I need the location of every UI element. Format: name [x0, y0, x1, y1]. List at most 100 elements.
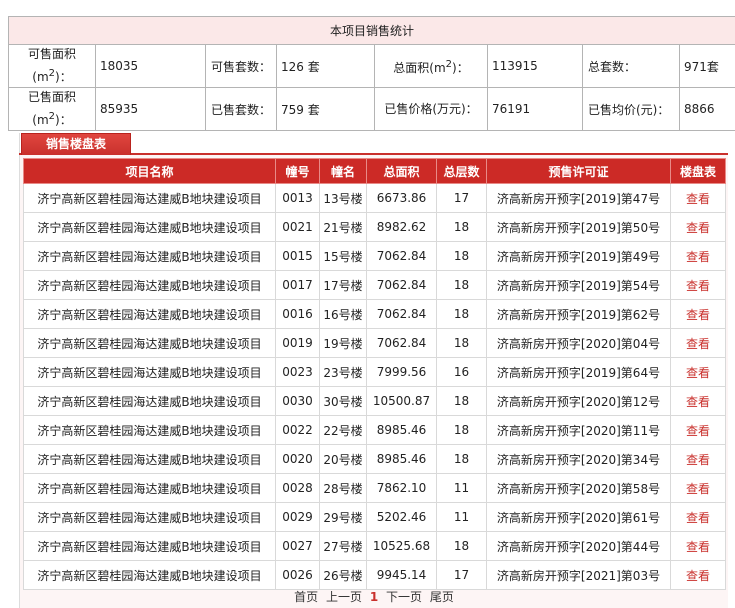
view-link[interactable]: 查看: [686, 453, 710, 467]
cell-total-area: 10525.68: [366, 531, 437, 561]
view-link[interactable]: 查看: [686, 308, 710, 322]
tab-sales-buildings[interactable]: 销售楼盘表: [21, 133, 131, 155]
stat-label-sold-price: 已售价格(万元)：: [374, 87, 488, 131]
view-link[interactable]: 查看: [686, 366, 710, 380]
cell-permit: 济高新房开预字[2020]第12号: [486, 386, 671, 416]
cell-view: 查看: [670, 212, 726, 242]
table-row: 济宁高新区碧桂园海达建威B地块建设项目 0017 17号楼 7062.84 18 济高新房…: [23, 270, 726, 300]
cell-total-area: 7062.84: [366, 270, 437, 300]
table-row: 济宁高新区碧桂园海达建威B地块建设项目 0027 27号楼 10525.68 18 济高新…: [23, 531, 726, 561]
view-link[interactable]: 查看: [686, 337, 710, 351]
cell-floors: 11: [436, 502, 487, 532]
cell-project-name: 济宁高新区碧桂园海达建威B地块建设项目: [23, 386, 276, 416]
cell-view: 查看: [670, 502, 726, 532]
cell-building-no: 0013: [275, 183, 320, 213]
cell-project-name: 济宁高新区碧桂园海达建威B地块建设项目: [23, 270, 276, 300]
table-body: 济宁高新区碧桂园海达建威B地块建设项目 0013 13号楼 6673.86 17 济高新房…: [23, 183, 726, 590]
cell-building-name: 22号楼: [319, 415, 367, 445]
stat-value-sold-area: 85935: [95, 87, 206, 131]
cell-building-no: 0026: [275, 560, 320, 590]
table-row: 济宁高新区碧桂园海达建威B地块建设项目 0028 28号楼 7862.10 11 济高新房…: [23, 473, 726, 503]
cell-building-name: 19号楼: [319, 328, 367, 358]
tab-bar: 销售楼盘表: [19, 133, 728, 155]
panel-left-border: [19, 133, 20, 608]
cell-permit: 济高新房开预字[2019]第62号: [486, 299, 671, 329]
cell-project-name: 济宁高新区碧桂园海达建威B地块建设项目: [23, 473, 276, 503]
cell-total-area: 7999.56: [366, 357, 437, 387]
cell-floors: 11: [436, 473, 487, 503]
cell-permit: 济高新房开预字[2020]第11号: [486, 415, 671, 445]
cell-floors: 18: [436, 212, 487, 242]
cell-building-name: 15号楼: [319, 241, 367, 271]
cell-building-no: 0015: [275, 241, 320, 271]
cell-building-name: 21号楼: [319, 212, 367, 242]
pager-last[interactable]: 尾页: [430, 590, 454, 604]
cell-floors: 17: [436, 183, 487, 213]
pager-prev[interactable]: 上一页: [326, 590, 362, 604]
pager-first[interactable]: 首页: [294, 590, 318, 604]
cell-floors: 16: [436, 357, 487, 387]
view-link[interactable]: 查看: [686, 540, 710, 554]
view-link[interactable]: 查看: [686, 250, 710, 264]
table-row: 济宁高新区碧桂园海达建威B地块建设项目 0021 21号楼 8982.62 18 济高新房…: [23, 212, 726, 242]
cell-project-name: 济宁高新区碧桂园海达建威B地块建设项目: [23, 183, 276, 213]
buildings-table: 项目名称 幢号 幢名 总面积 总层数 预售许可证 楼盘表 济宁高新区碧桂园海达建威B地块建设…: [23, 158, 726, 590]
cell-permit: 济高新房开预字[2020]第58号: [486, 473, 671, 503]
cell-total-area: 9945.14: [366, 560, 437, 590]
cell-building-no: 0028: [275, 473, 320, 503]
cell-permit: 济高新房开预字[2020]第04号: [486, 328, 671, 358]
cell-building-no: 0030: [275, 386, 320, 416]
stat-label-available-area: 可售面积 (m2)：: [8, 44, 96, 88]
cell-permit: 济高新房开预字[2020]第34号: [486, 444, 671, 474]
cell-view: 查看: [670, 241, 726, 271]
cell-floors: 18: [436, 386, 487, 416]
stat-label-available-units: 可售套数：: [205, 44, 277, 88]
stat-value-total-units: 971套: [678, 44, 735, 88]
table-row: 济宁高新区碧桂园海达建威B地块建设项目 0022 22号楼 8985.46 18 济高新房…: [23, 415, 726, 445]
cell-building-name: 17号楼: [319, 270, 367, 300]
view-link[interactable]: 查看: [686, 395, 710, 409]
view-link[interactable]: 查看: [686, 569, 710, 583]
col-floors: 总层数: [436, 158, 487, 184]
table-row: 济宁高新区碧桂园海达建威B地块建设项目 0026 26号楼 9945.14 17 济高新房…: [23, 560, 726, 590]
cell-building-no: 0021: [275, 212, 320, 242]
view-link[interactable]: 查看: [686, 221, 710, 235]
cell-project-name: 济宁高新区碧桂园海达建威B地块建设项目: [23, 299, 276, 329]
cell-view: 查看: [670, 328, 726, 358]
cell-building-name: 20号楼: [319, 444, 367, 474]
cell-building-name: 29号楼: [319, 502, 367, 532]
view-link[interactable]: 查看: [686, 192, 710, 206]
cell-building-no: 0022: [275, 415, 320, 445]
table-row: 济宁高新区碧桂园海达建威B地块建设项目 0019 19号楼 7062.84 18 济高新房…: [23, 328, 726, 358]
cell-permit: 济高新房开预字[2020]第44号: [486, 531, 671, 561]
cell-project-name: 济宁高新区碧桂园海达建威B地块建设项目: [23, 328, 276, 358]
cell-building-no: 0029: [275, 502, 320, 532]
cell-permit: 济高新房开预字[2020]第61号: [486, 502, 671, 532]
pager-next[interactable]: 下一页: [386, 590, 422, 604]
col-building-name: 幢名: [319, 158, 367, 184]
cell-floors: 18: [436, 299, 487, 329]
cell-project-name: 济宁高新区碧桂园海达建威B地块建设项目: [23, 241, 276, 271]
view-link[interactable]: 查看: [686, 424, 710, 438]
cell-building-no: 0020: [275, 444, 320, 474]
cell-building-name: 28号楼: [319, 473, 367, 503]
cell-total-area: 8982.62: [366, 212, 437, 242]
cell-building-no: 0019: [275, 328, 320, 358]
cell-floors: 18: [436, 328, 487, 358]
cell-total-area: 7062.84: [366, 328, 437, 358]
col-project-name: 项目名称: [23, 158, 276, 184]
cell-building-name: 26号楼: [319, 560, 367, 590]
stat-label-sold-area: 已售面积 (m2)：: [8, 87, 96, 131]
view-link[interactable]: 查看: [686, 511, 710, 525]
cell-floors: 18: [436, 270, 487, 300]
view-link[interactable]: 查看: [686, 279, 710, 293]
table-row: 济宁高新区碧桂园海达建威B地块建设项目 0016 16号楼 7062.84 18 济高新房…: [23, 299, 726, 329]
cell-total-area: 7062.84: [366, 299, 437, 329]
cell-view: 查看: [670, 183, 726, 213]
table-row: 济宁高新区碧桂园海达建威B地块建设项目 0013 13号楼 6673.86 17 济高新房…: [23, 183, 726, 213]
cell-permit: 济高新房开预字[2021]第03号: [486, 560, 671, 590]
cell-total-area: 6673.86: [366, 183, 437, 213]
table-header-row: 项目名称 幢号 幢名 总面积 总层数 预售许可证 楼盘表: [23, 158, 726, 184]
cell-total-area: 7862.10: [366, 473, 437, 503]
view-link[interactable]: 查看: [686, 482, 710, 496]
